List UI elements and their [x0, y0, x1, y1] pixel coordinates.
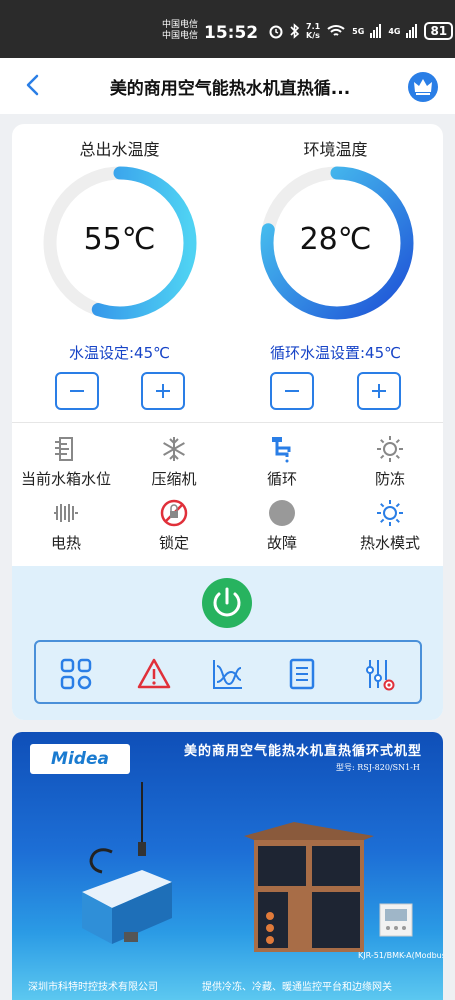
alarm-button[interactable] — [136, 656, 172, 692]
increase-water-temp-button[interactable] — [141, 372, 185, 410]
device-control-card: 总出水温度 55℃ 水温设定:45℃ 环境温度 28℃ 循环水温设置:45℃ 当… — [12, 124, 443, 720]
banner-model: 型号: RSJ-820/SN1-H — [336, 763, 420, 772]
water-temp-setpoint: 水温设定:45℃ — [69, 344, 170, 362]
gateway-device-image — [82, 782, 172, 944]
minus-icon — [70, 390, 84, 392]
status-label: 当前水箱水位 — [20, 470, 111, 488]
signal-5g: 5G — [352, 26, 365, 36]
chevron-left-icon — [26, 74, 39, 96]
signal-bars-icon — [370, 24, 382, 38]
control-panel — [12, 566, 443, 720]
decrease-circulation-temp-button[interactable] — [270, 372, 314, 410]
battery-indicator: 81 — [424, 22, 454, 40]
gauge-title: 环境温度 — [303, 140, 368, 159]
heater-icon — [54, 504, 78, 522]
chart-icon — [213, 660, 242, 689]
function-toolbar — [34, 640, 422, 704]
carrier-info: 中国电信 中国电信 — [162, 20, 198, 42]
status-fault: 故障 — [228, 498, 336, 553]
power-button[interactable] — [202, 578, 252, 628]
status-label: 防冻 — [374, 470, 405, 488]
records-button[interactable] — [284, 656, 320, 692]
carrier-line-1: 中国电信 — [162, 20, 199, 30]
product-banner[interactable]: Midea 美的商用空气能热水机直热循环式机型 型号: RSJ-820/SN1-… — [12, 732, 443, 1000]
gauge-value: 55℃ — [83, 222, 156, 257]
page-title: 美的商用空气能热水机直热循... — [109, 79, 351, 99]
status-tank-level: 当前水箱水位 — [12, 434, 120, 489]
clock: 15:52 — [204, 23, 259, 43]
status-label: 锁定 — [158, 534, 189, 552]
settings-sliders-icon — [366, 660, 395, 691]
system-status-bar: 中国电信 中国电信 15:52 7.1 K/s 5G 4G 81 — [0, 0, 455, 58]
gauge-ambient-temp: 环境温度 28℃ 循环水温设置:45℃ — [228, 124, 443, 424]
status-circulation: 循环 — [228, 434, 336, 489]
signal-bars-icon — [406, 24, 418, 38]
status-label: 循环 — [266, 470, 297, 488]
divider — [12, 422, 443, 423]
vip-button[interactable] — [408, 72, 438, 102]
status-antifreeze: 防冻 — [336, 434, 443, 489]
status-label: 压缩机 — [151, 470, 197, 488]
fault-dot-icon — [269, 500, 295, 526]
trend-chart-button[interactable] — [210, 656, 246, 692]
status-electric-heat: 电热 — [12, 498, 120, 553]
gauge-title: 总出水温度 — [79, 140, 160, 159]
net-speed: 7.1 K/s — [306, 22, 321, 40]
lock-banned-icon — [160, 499, 188, 527]
tank-level-icon — [55, 437, 73, 461]
faucet-icon — [272, 437, 291, 463]
warning-icon — [137, 658, 171, 689]
app-header: 美的商用空气能热水机直热循... — [0, 58, 455, 114]
company-slogan: 提供冷冻、冷藏、暖通监控平台和边缘网关 — [202, 982, 392, 993]
alarm-icon — [269, 25, 283, 39]
brand-logo: Midea — [30, 744, 130, 774]
back-button[interactable] — [18, 70, 48, 100]
plus-icon — [156, 384, 170, 398]
bluetooth-icon — [290, 23, 300, 39]
company-name: 深圳市科特时控技术有限公司 — [28, 982, 158, 993]
status-hot-water-mode: 热水模式 — [336, 498, 443, 553]
crown-icon — [414, 79, 432, 95]
status-label: 热水模式 — [359, 534, 420, 552]
status-lock: 锁定 — [120, 498, 228, 553]
list-icon — [289, 658, 315, 690]
sun-icon — [377, 500, 403, 526]
gauge-outlet-water-temp: 总出水温度 55℃ 水温设定:45℃ — [12, 124, 227, 424]
heat-pump-unit-image — [244, 822, 374, 952]
snowflake-icon — [163, 437, 185, 461]
sun-icon — [377, 436, 403, 462]
overview-button[interactable] — [58, 656, 94, 692]
parameter-settings-button[interactable] — [362, 656, 398, 692]
status-icons: 7.1 K/s 5G 4G 81 — [268, 22, 454, 40]
plus-icon — [372, 384, 386, 398]
circulation-temp-setpoint: 循环水温设置:45℃ — [270, 344, 401, 362]
minus-icon — [285, 390, 299, 392]
controller-panel-image — [379, 903, 413, 937]
banner-title: 美的商用空气能热水机直热循环式机型 — [184, 744, 423, 759]
gateway-model-label: KJR-51/BMK-A(Modbus) — [358, 951, 443, 960]
status-compressor: 压缩机 — [120, 434, 228, 489]
status-label: 故障 — [266, 534, 297, 552]
wifi-icon — [327, 25, 345, 36]
status-label: 电热 — [50, 534, 81, 552]
increase-circulation-temp-button[interactable] — [357, 372, 401, 410]
decrease-water-temp-button[interactable] — [55, 372, 99, 410]
gauge-value: 28℃ — [299, 222, 372, 257]
grid-icon — [60, 658, 92, 690]
power-icon — [213, 587, 241, 617]
signal-4g: 4G — [388, 26, 401, 36]
carrier-line-2: 中国电信 — [162, 31, 199, 41]
